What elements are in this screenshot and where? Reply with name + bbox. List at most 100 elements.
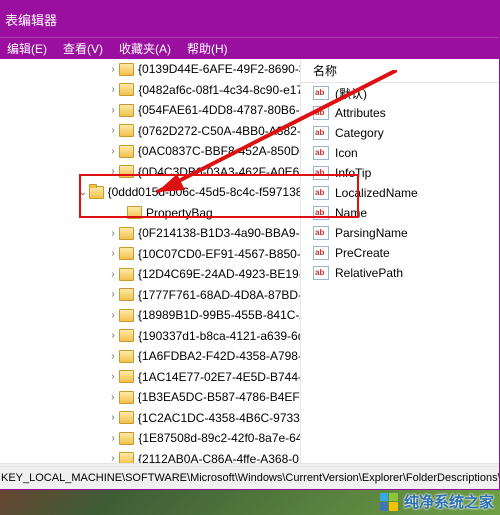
expand-icon[interactable]: › bbox=[107, 310, 119, 321]
value-name: (默认) bbox=[335, 85, 367, 102]
expand-icon[interactable]: › bbox=[107, 433, 119, 444]
expand-icon[interactable]: › bbox=[107, 371, 119, 382]
tree-item[interactable]: ›{1AC14E77-02E7-4E5D-B744-2E… bbox=[0, 367, 300, 388]
expand-icon[interactable]: › bbox=[107, 248, 119, 259]
status-path: KEY_LOCAL_MACHINE\SOFTWARE\Microsoft\Win… bbox=[1, 472, 499, 484]
tree-item[interactable]: ›{054FAE61-4DD8-4787-80B6-09… bbox=[0, 100, 300, 121]
value-name: PreCreate bbox=[335, 246, 390, 260]
tree-item[interactable]: › {1777F761-68AD-4D8A-87BD-30… bbox=[0, 285, 300, 306]
folder-icon bbox=[119, 288, 134, 301]
value-row[interactable]: RelativePath bbox=[301, 263, 499, 283]
expand-icon[interactable]: › bbox=[107, 351, 119, 362]
tree-item[interactable]: ›{0F214138-B1D3-4a90-BBA9-27… bbox=[0, 223, 300, 244]
expand-icon[interactable]: › bbox=[107, 269, 119, 280]
values-header-name[interactable]: 名称 bbox=[301, 59, 499, 83]
folder-icon bbox=[119, 227, 134, 240]
tree-label: {18989B1D-99B5-455B-841C-AB… bbox=[138, 308, 300, 322]
expand-icon[interactable]: › bbox=[107, 289, 119, 300]
value-row[interactable]: ParsingName bbox=[301, 223, 499, 243]
folder-icon bbox=[119, 247, 134, 260]
string-icon bbox=[313, 146, 329, 160]
string-icon bbox=[313, 246, 329, 260]
work-area: ›{0139D44E-6AFE-49F2-8690-3D… ›{0482af6c… bbox=[0, 59, 499, 463]
value-row[interactable]: (默认) bbox=[301, 83, 499, 103]
folder-icon bbox=[119, 309, 134, 322]
expand-icon[interactable]: › bbox=[107, 146, 119, 157]
tree-item[interactable]: ›{12D4C69E-24AD-4923-BE19-31… bbox=[0, 264, 300, 285]
expand-icon[interactable]: › bbox=[107, 166, 119, 177]
tree-label: {1777F761-68AD-4D8A-87BD-30… bbox=[138, 288, 300, 302]
tree-label: {1E87508d-89c2-42f0-8a7e-645… bbox=[138, 431, 300, 445]
tree-item[interactable]: ›{0139D44E-6AFE-49F2-8690-3D… bbox=[0, 59, 300, 80]
tree-item-child[interactable]: PropertyBag bbox=[0, 203, 300, 224]
menu-view[interactable]: 查看(V) bbox=[55, 40, 111, 57]
expand-icon[interactable]: › bbox=[107, 125, 119, 136]
menu-edit[interactable]: 编辑(E) bbox=[0, 40, 55, 57]
tree-item[interactable]: ›{2112AB0A-C86A-4ffe-A368-0DE… bbox=[0, 449, 300, 464]
desktop-background: 表编辑器 编辑(E) 查看(V) 收藏夹(A) 帮助(H) ›{0139D44E… bbox=[0, 0, 500, 515]
tree-label: {0ddd015d-b06c-45d5-8c4c-f59713854639} bbox=[108, 185, 300, 199]
tree-item[interactable]: ›{10C07CD0-EF91-4567-B850-44… bbox=[0, 244, 300, 265]
value-row[interactable]: Icon bbox=[301, 143, 499, 163]
value-row[interactable]: Attributes bbox=[301, 103, 499, 123]
tree-item[interactable]: ›{0762D272-C50A-4BB0-A382-69… bbox=[0, 121, 300, 142]
expand-icon[interactable]: › bbox=[107, 64, 119, 75]
expand-icon[interactable]: › bbox=[107, 453, 119, 463]
value-name: LocalizedName bbox=[335, 186, 418, 200]
folder-icon bbox=[119, 268, 134, 281]
folder-icon bbox=[119, 124, 134, 137]
menu-help[interactable]: 帮助(H) bbox=[179, 40, 236, 57]
string-icon bbox=[313, 266, 329, 280]
value-row[interactable]: Name bbox=[301, 203, 499, 223]
tree-item[interactable]: › {0AC0837C-BBF8-452A-850D-79… bbox=[0, 141, 300, 162]
value-name: ParsingName bbox=[335, 226, 408, 240]
tree-item[interactable]: › {18989B1D-99B5-455B-841C-AB… bbox=[0, 305, 300, 326]
expand-icon[interactable]: › bbox=[107, 412, 119, 423]
tree-item[interactable]: › {1E87508d-89c2-42f0-8a7e-645… bbox=[0, 428, 300, 449]
folder-icon bbox=[119, 145, 134, 158]
value-row[interactable]: PreCreate bbox=[301, 243, 499, 263]
tree-label: PropertyBag bbox=[146, 206, 213, 220]
tree-label: {190337d1-b8ca-4121-a639-6d4… bbox=[138, 329, 300, 343]
string-icon bbox=[313, 186, 329, 200]
tree-item[interactable]: › {190337d1-b8ca-4121-a639-6d4… bbox=[0, 326, 300, 347]
value-name: RelativePath bbox=[335, 266, 403, 280]
value-row[interactable]: LocalizedName bbox=[301, 183, 499, 203]
tree-label: {1A6FDBA2-F42D-4358-A798-B7… bbox=[138, 349, 300, 363]
tree-item[interactable]: › {1C2AC1DC-4358-4B6C-9733-AF… bbox=[0, 408, 300, 429]
tree-item[interactable]: ›{0482af6c-08f1-4c34-8c90-e17e… bbox=[0, 80, 300, 101]
value-row[interactable]: InfoTip bbox=[301, 163, 499, 183]
folder-open-icon bbox=[89, 186, 104, 199]
value-name: Category bbox=[335, 126, 384, 140]
tree-item[interactable]: ›{0D4C3DB6-03A3-462F-A0E6-08… bbox=[0, 162, 300, 183]
string-icon bbox=[313, 126, 329, 140]
string-icon bbox=[313, 86, 329, 100]
tree-item[interactable]: › {1B3EA5DC-B587-4786-B4EF-BD… bbox=[0, 387, 300, 408]
values-pane[interactable]: 名称 (默认) Attributes Category Icon InfoTip… bbox=[301, 59, 499, 463]
window-title: 表编辑器 bbox=[5, 10, 57, 29]
collapse-icon[interactable]: ⌄ bbox=[77, 187, 89, 198]
folder-icon bbox=[119, 452, 134, 463]
tree-item[interactable]: › {1A6FDBA2-F42D-4358-A798-B7… bbox=[0, 346, 300, 367]
menu-favorites[interactable]: 收藏夹(A) bbox=[111, 40, 179, 57]
value-row[interactable]: Category bbox=[301, 123, 499, 143]
string-icon bbox=[313, 206, 329, 220]
tree-item-selected[interactable]: ⌄ {0ddd015d-b06c-45d5-8c4c-f59713854639} bbox=[0, 182, 300, 203]
watermark: 纯净系统之家 bbox=[380, 491, 494, 512]
tree-label: {1B3EA5DC-B587-4786-B4EF-BD… bbox=[138, 390, 300, 404]
status-bar: KEY_LOCAL_MACHINE\SOFTWARE\Microsoft\Win… bbox=[0, 467, 499, 489]
folder-icon bbox=[119, 165, 134, 178]
tree-pane[interactable]: ›{0139D44E-6AFE-49F2-8690-3D… ›{0482af6c… bbox=[0, 59, 300, 463]
expand-icon[interactable]: › bbox=[107, 105, 119, 116]
tree-label: {1C2AC1DC-4358-4B6C-9733-AF… bbox=[138, 411, 300, 425]
folder-icon bbox=[119, 432, 134, 445]
expand-icon[interactable]: › bbox=[107, 228, 119, 239]
expand-icon[interactable]: › bbox=[107, 84, 119, 95]
value-name: Name bbox=[335, 206, 367, 220]
expand-icon[interactable]: › bbox=[107, 392, 119, 403]
window-titlebar[interactable]: 表编辑器 bbox=[0, 1, 499, 37]
tree-label: {0AC0837C-BBF8-452A-850D-79… bbox=[138, 144, 300, 158]
folder-icon bbox=[119, 411, 134, 424]
string-icon bbox=[313, 226, 329, 240]
expand-icon[interactable]: › bbox=[107, 330, 119, 341]
